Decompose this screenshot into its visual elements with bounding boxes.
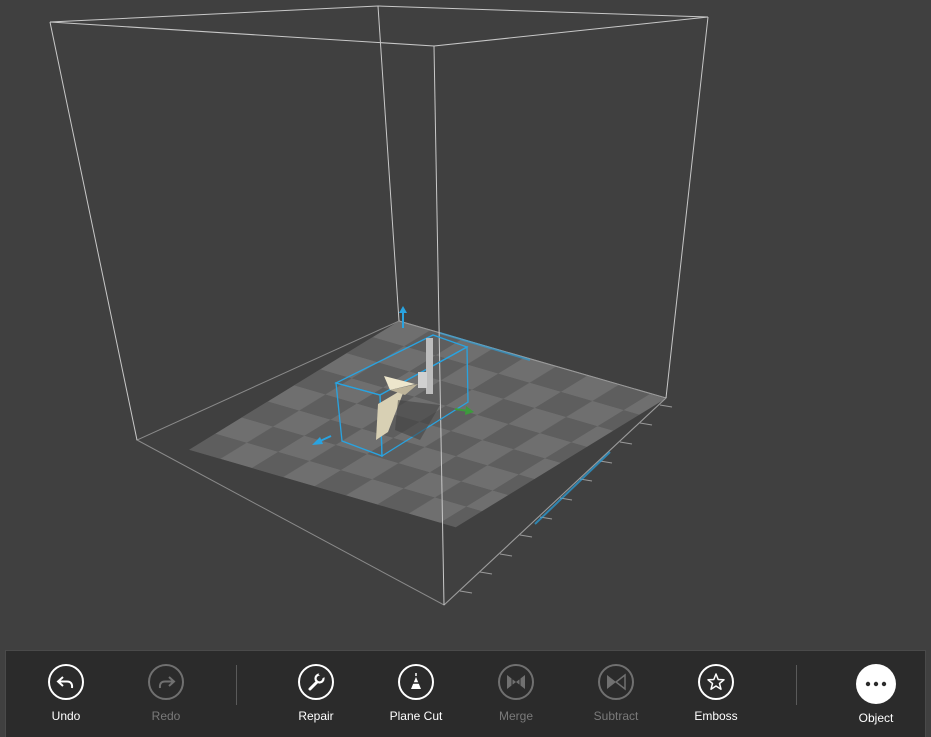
undo-label: Undo [51,709,81,723]
redo-arrow-icon [148,664,184,700]
separator [236,665,237,705]
repair-label: Repair [298,709,334,723]
plane-cut-label: Plane Cut [389,709,443,723]
redo-label: Redo [151,709,181,723]
subtract-icon [598,664,634,700]
build-plate [135,320,667,606]
redo-button[interactable]: Redo [126,664,206,732]
repair-button[interactable]: Repair [276,664,356,732]
undo-arrow-icon [48,664,84,700]
separator [796,665,797,705]
build-volume [49,5,709,606]
merge-label: Merge [498,709,533,723]
star-icon [698,664,734,700]
merge-button[interactable]: Merge [476,664,556,732]
plane-cut-icon [398,664,434,700]
undo-button[interactable]: Undo [26,664,106,732]
3d-viewport[interactable] [0,0,931,650]
emboss-button[interactable]: Emboss [676,664,756,732]
plane-cut-button[interactable]: Plane Cut [376,664,456,732]
object-label: Object [858,711,894,725]
more-ellipsis-icon [856,664,896,704]
emboss-label: Emboss [694,709,738,723]
app-command-bar: Undo Redo Repair Plane Cut Merge Subtrac… [5,650,926,737]
subtract-button[interactable]: Subtract [576,664,656,732]
merge-icon [498,664,534,700]
object-button[interactable]: Object [836,664,916,732]
wrench-icon [298,664,334,700]
subtract-label: Subtract [593,709,639,723]
